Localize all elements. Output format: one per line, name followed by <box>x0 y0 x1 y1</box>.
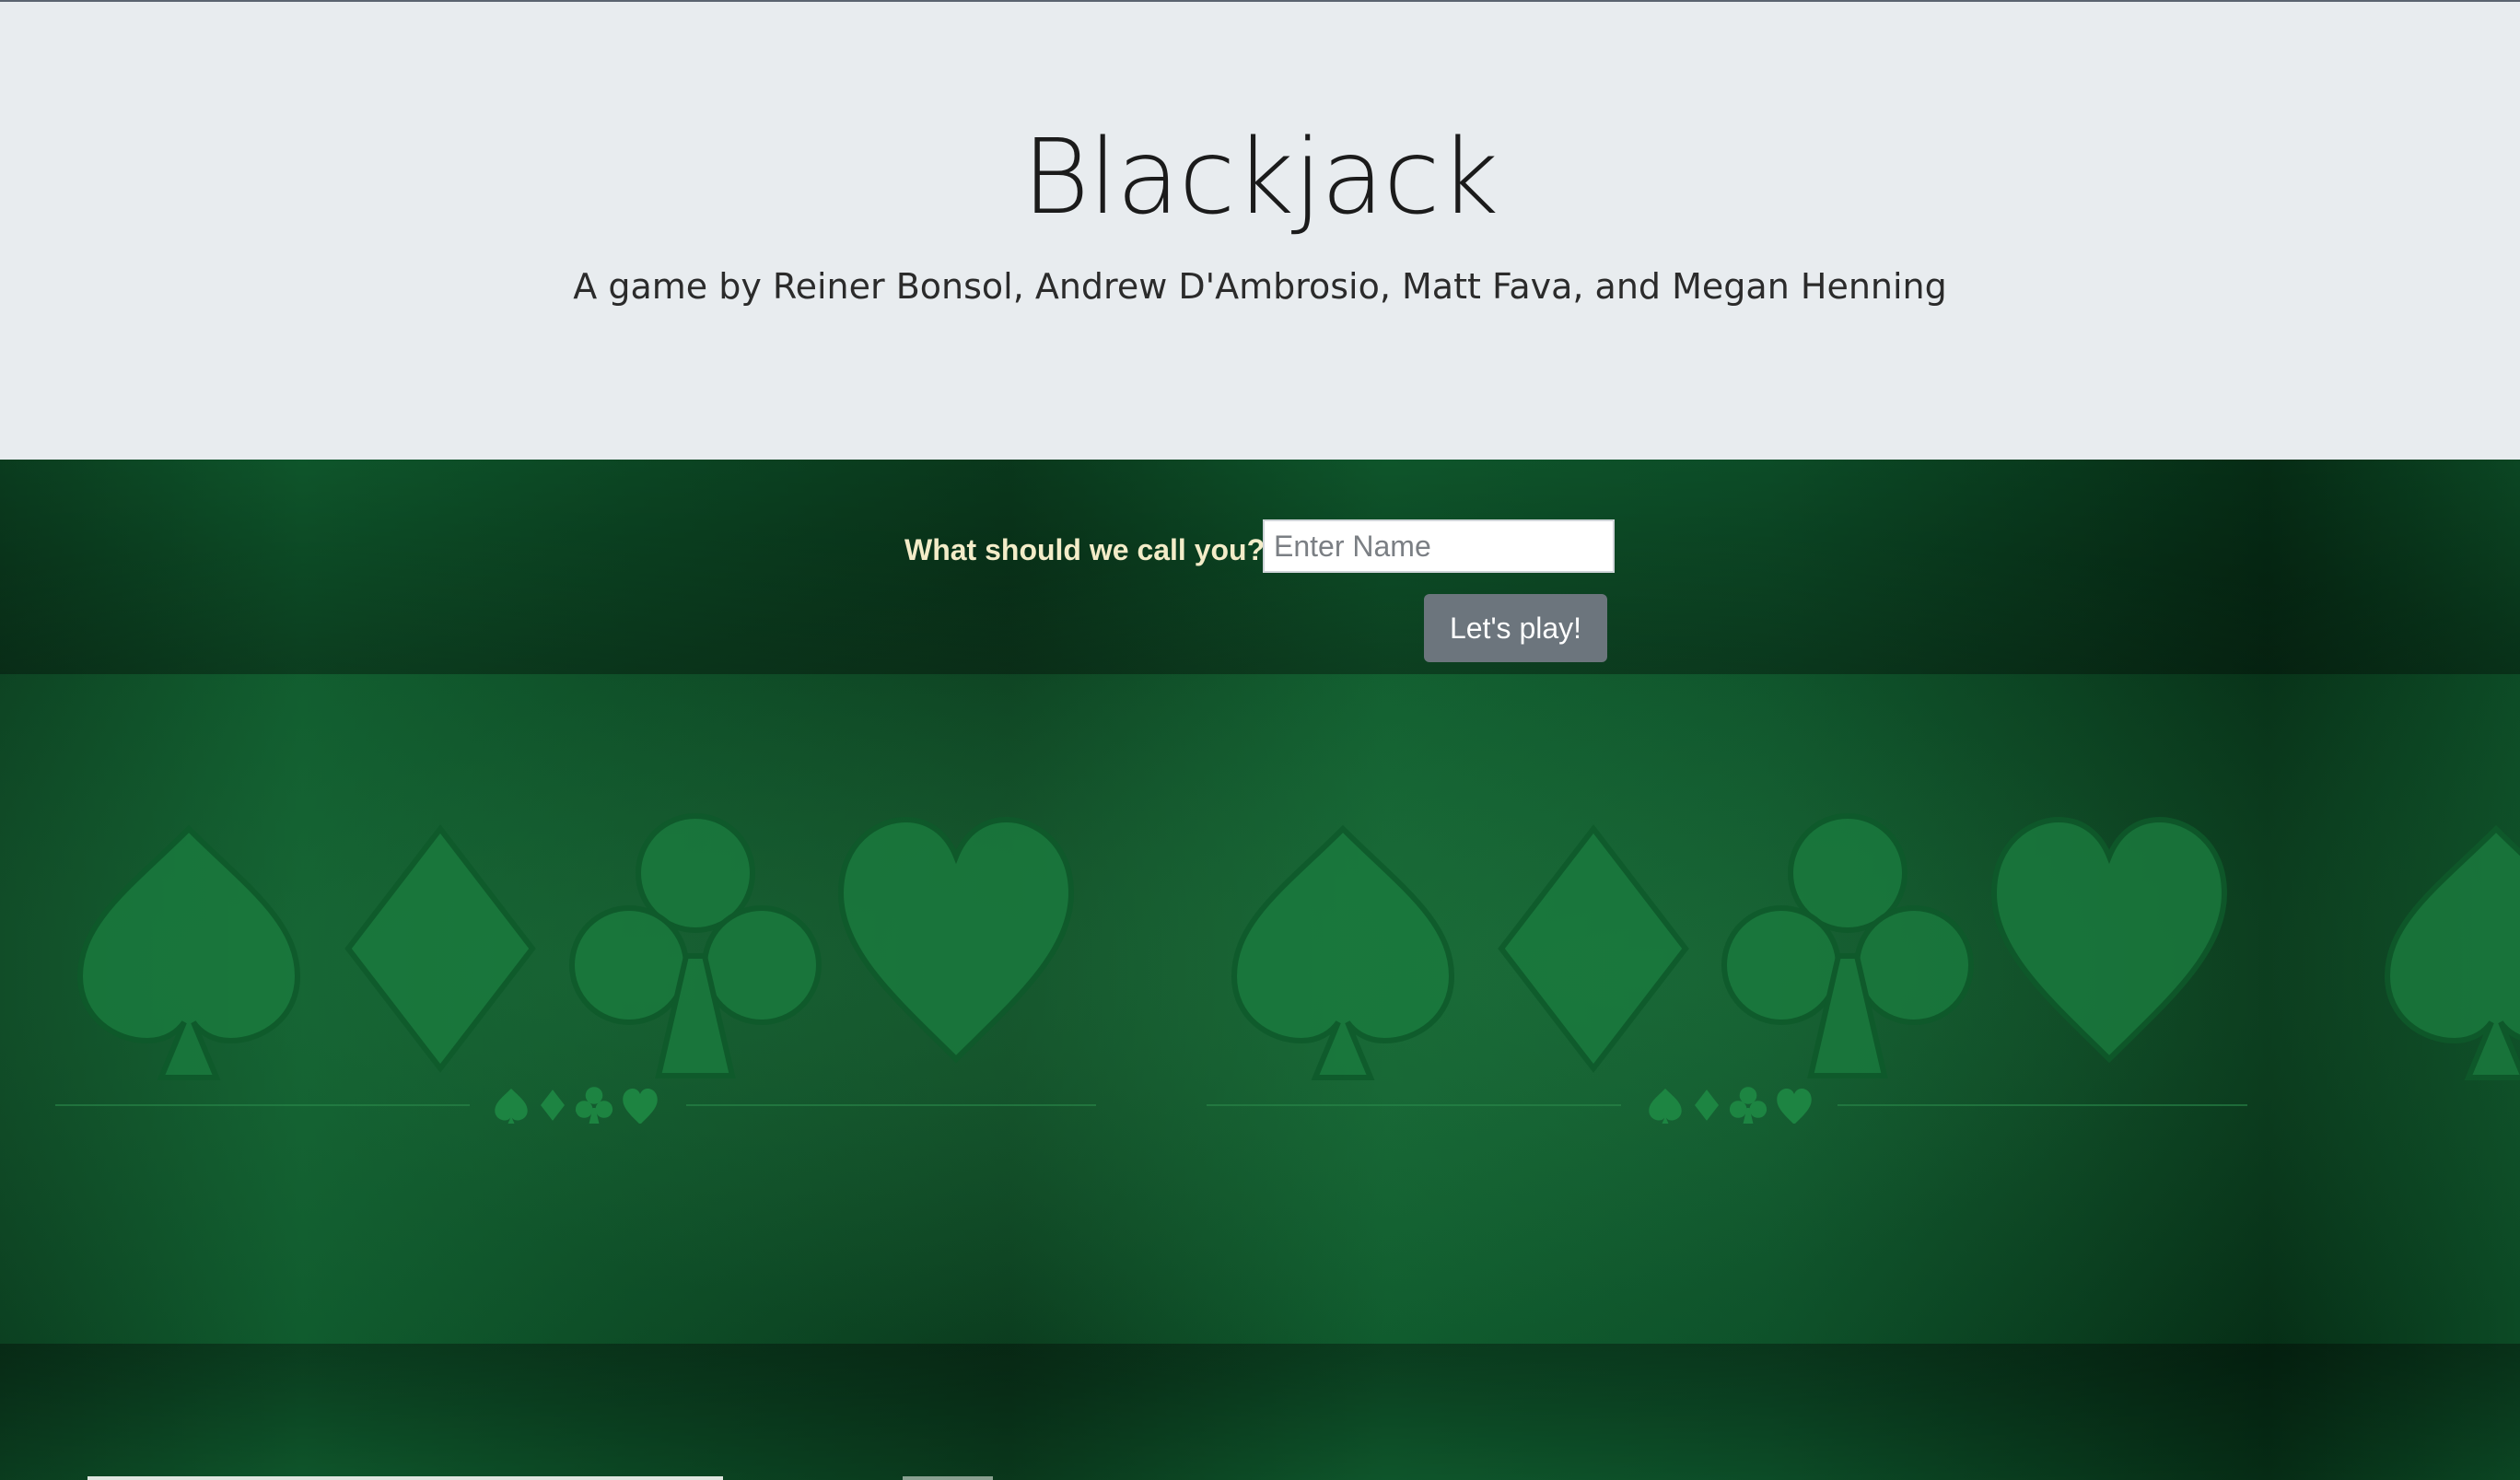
spade-icon <box>1649 1089 1682 1124</box>
page-subtitle: A game by Reiner Bonsol, Andrew D'Ambros… <box>573 266 1947 307</box>
diamond-icon <box>1501 829 1686 1068</box>
bottom-element <box>88 1476 723 1480</box>
club-icon <box>575 1087 613 1124</box>
bottom-band <box>0 1344 2520 1480</box>
spade-icon <box>2387 829 2520 1078</box>
heart-icon <box>841 820 1071 1059</box>
diamond-icon <box>541 1090 565 1121</box>
lets-play-button[interactable]: Let's play! <box>1424 594 1607 662</box>
diamond-icon <box>1695 1090 1719 1121</box>
diamond-icon <box>348 829 532 1068</box>
heart-icon <box>1777 1089 1812 1124</box>
heart-icon <box>623 1089 658 1124</box>
name-label: What should we call you? <box>904 533 1266 566</box>
spade-icon <box>1234 829 1452 1078</box>
suit-pattern <box>55 810 2520 1124</box>
club-icon <box>572 816 819 1076</box>
spade-icon <box>80 829 298 1078</box>
name-input[interactable] <box>1263 519 1615 573</box>
page-title: Blackjack <box>1021 118 1499 238</box>
heart-icon <box>1994 820 2224 1059</box>
spade-icon <box>495 1089 528 1124</box>
club-icon <box>1729 1087 1768 1124</box>
club-icon <box>1724 816 1971 1076</box>
bottom-element <box>903 1476 993 1480</box>
header-jumbotron: Blackjack A game by Reiner Bonsol, Andre… <box>0 2 2520 460</box>
